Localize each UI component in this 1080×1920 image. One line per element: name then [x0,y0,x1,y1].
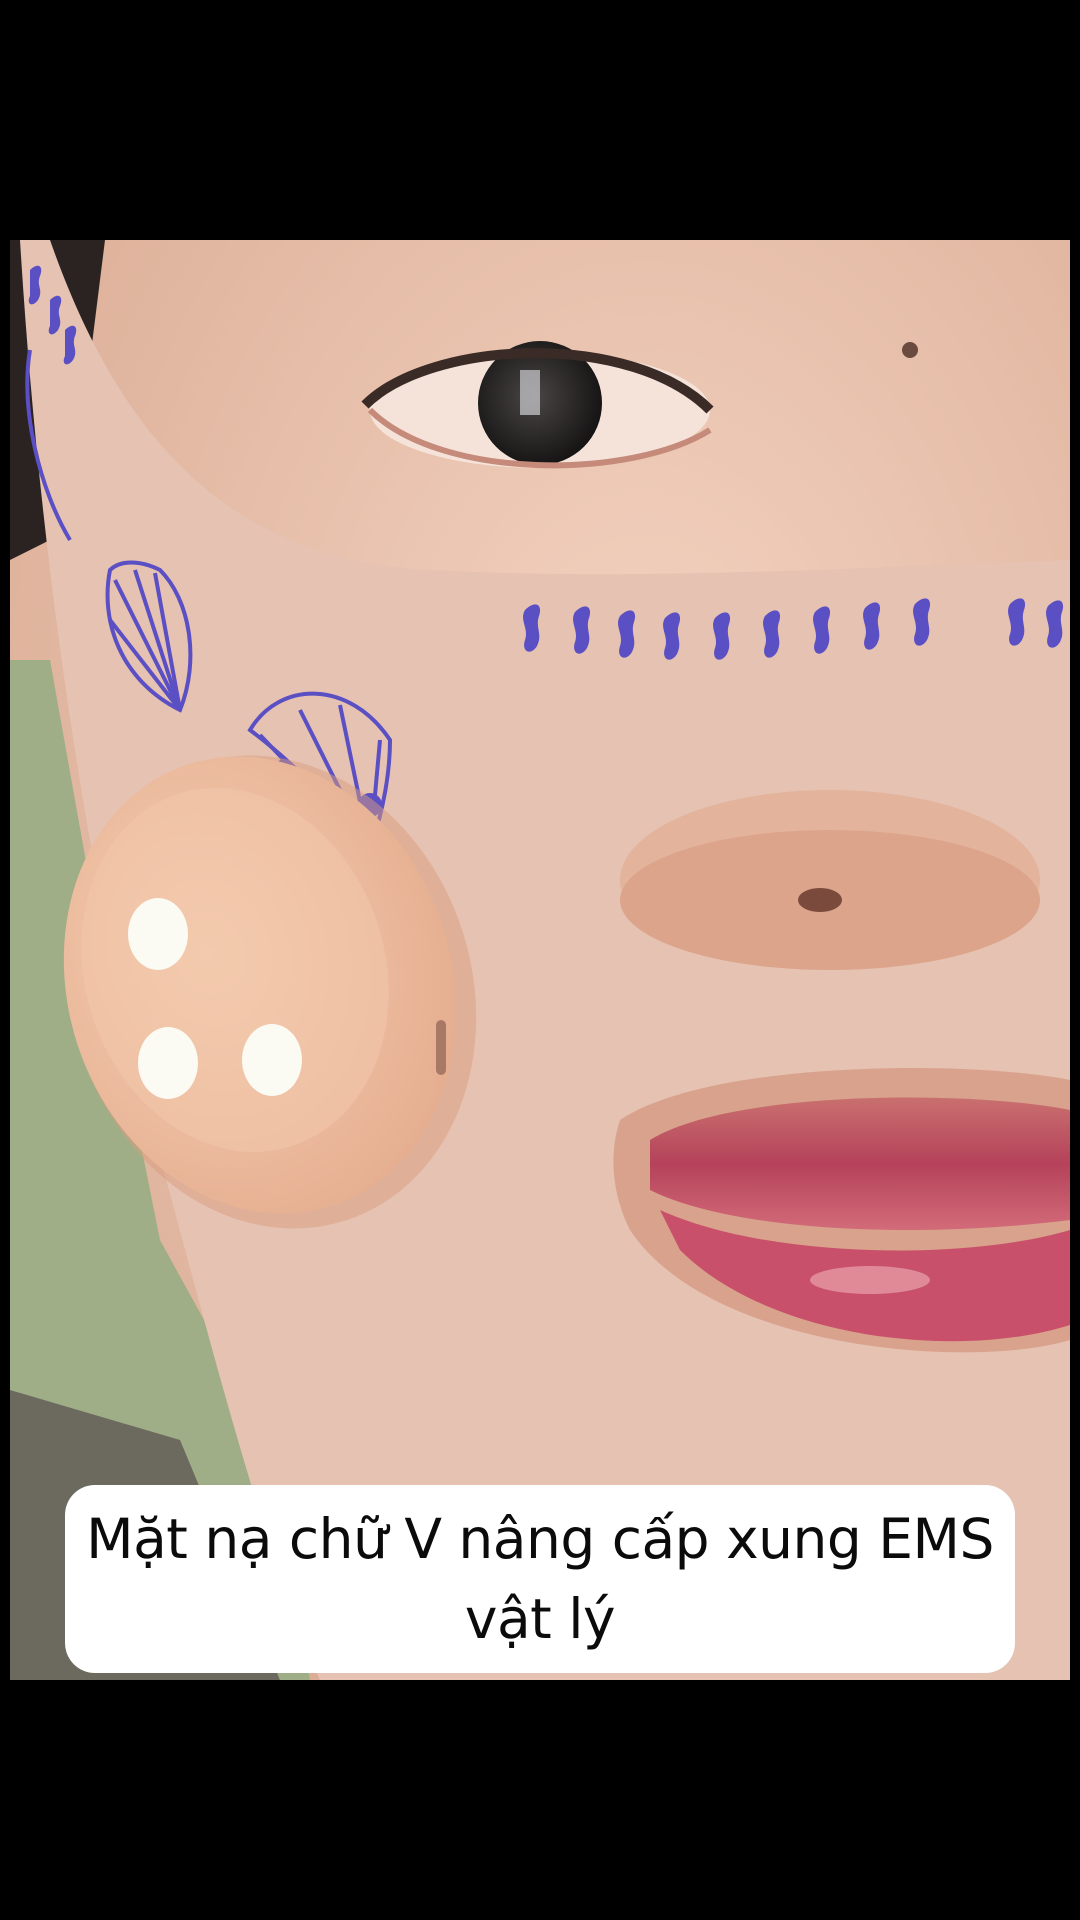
video-caption: Mặt nạ chữ V nâng cấp xung EMS vật lý [86,1499,994,1659]
caption-line-2: vật lý [464,1587,616,1651]
video-still-illustration [10,240,1070,1680]
device-electrode-1 [128,898,188,970]
caption-box: Mặt nạ chữ V nâng cấp xung EMS vật lý [65,1485,1015,1673]
device-electrode-2 [138,1027,198,1099]
device-electrode-3 [242,1024,302,1096]
caption-line-1: Mặt nạ chữ V nâng cấp xung EMS [86,1507,994,1571]
video-screen[interactable]: Mặt nạ chữ V nâng cấp xung EMS vật lý [0,0,1080,1920]
upper-lip [650,1097,1070,1230]
video-frame[interactable] [10,240,1070,1680]
device-port [436,1020,446,1075]
